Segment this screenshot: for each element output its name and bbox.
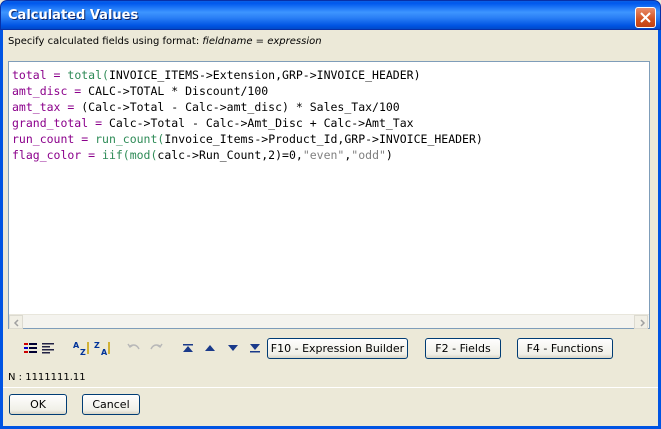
code-area[interactable]: total = total(INVOICE_ITEMS->Extension,G… (12, 67, 483, 163)
hint-format: fieldname = expression (202, 36, 322, 47)
scroll-right-button[interactable] (634, 315, 648, 329)
color-list-icon[interactable] (23, 341, 39, 355)
code-token: "odd" (351, 148, 386, 162)
svg-text:A: A (73, 341, 80, 350)
code-line[interactable]: flag_color = iif(mod(calc->Run_Count,2)=… (12, 147, 483, 163)
status-text: N : 1111111.11 (8, 372, 86, 383)
code-token: iif(mod( (102, 148, 158, 162)
code-token: Calc->Total - Calc->Amt_Disc + Calc->Amt… (108, 116, 414, 130)
redo-icon (150, 343, 163, 350)
fields-button[interactable]: F2 - Fields (425, 338, 501, 359)
cancel-button[interactable]: Cancel (82, 394, 140, 415)
separator (3, 387, 658, 388)
code-token: grand_total = (12, 116, 109, 130)
svg-text:A: A (101, 348, 108, 356)
sort-ascending-icon[interactable]: A Z (73, 340, 91, 356)
code-line[interactable]: grand_total = Calc->Total - Calc->Amt_Di… (12, 115, 483, 131)
close-icon (640, 12, 651, 23)
code-token: flag_color = (12, 148, 103, 162)
move-bottom-icon[interactable] (247, 341, 263, 355)
code-line[interactable]: amt_disc = CALC->TOTAL * Discount/100 (12, 83, 483, 99)
move-top-icon[interactable] (180, 341, 196, 355)
chevron-left-icon (13, 319, 19, 327)
code-token: (Calc->Total - Calc->amt_disc) * Sales_T… (81, 100, 400, 114)
expression-editor[interactable]: total = total(INVOICE_ITEMS->Extension,G… (8, 61, 650, 329)
code-token: amt_tax = (12, 100, 82, 114)
code-line[interactable]: run_count = run_count(Invoice_Items->Pro… (12, 131, 483, 147)
window-title: Calculated Values (8, 8, 139, 23)
hint-prefix: Specify calculated fields using format: (8, 36, 200, 47)
move-up-icon[interactable] (202, 341, 218, 355)
undo-icon (127, 343, 140, 350)
code-token: run_count( (95, 132, 165, 146)
code-token: amt_disc = (12, 84, 89, 98)
chevron-right-icon (640, 319, 646, 327)
sort-descending-icon[interactable]: Z A (94, 340, 112, 356)
functions-button[interactable]: F4 - Functions (517, 338, 613, 359)
format-hint: Specify calculated fields using format: … (8, 36, 322, 47)
svg-text:Z: Z (94, 341, 100, 350)
expression-builder-button[interactable]: F10 - Expression Builder (267, 338, 408, 359)
horizontal-scrollbar[interactable] (9, 314, 649, 329)
code-token: ) (385, 148, 393, 162)
align-left-icon[interactable] (41, 341, 57, 355)
title-bar: Calculated Values (0, 0, 661, 30)
code-token: total = (12, 68, 68, 82)
code-token: Invoice_Items->Product_Id,GRP->INVOICE_H… (164, 132, 483, 146)
code-line[interactable]: amt_tax = (Calc->Total - Calc->amt_disc)… (12, 99, 483, 115)
code-token: CALC->TOTAL * Discount/100 (88, 84, 269, 98)
code-token: total( (67, 68, 109, 82)
svg-text:Z: Z (80, 348, 86, 356)
code-line[interactable]: total = total(INVOICE_ITEMS->Extension,G… (12, 67, 483, 83)
scroll-left-button[interactable] (9, 315, 23, 329)
code-token: "even" (302, 148, 345, 162)
code-token: INVOICE_ITEMS->Extension,GRP->INVOICE_HE… (108, 68, 421, 82)
move-down-icon[interactable] (225, 341, 241, 355)
code-token: calc->Run_Count,2)=0, (157, 148, 303, 162)
ok-button[interactable]: OK (9, 394, 67, 415)
code-token: run_count = (12, 132, 96, 146)
close-button[interactable] (635, 7, 656, 28)
